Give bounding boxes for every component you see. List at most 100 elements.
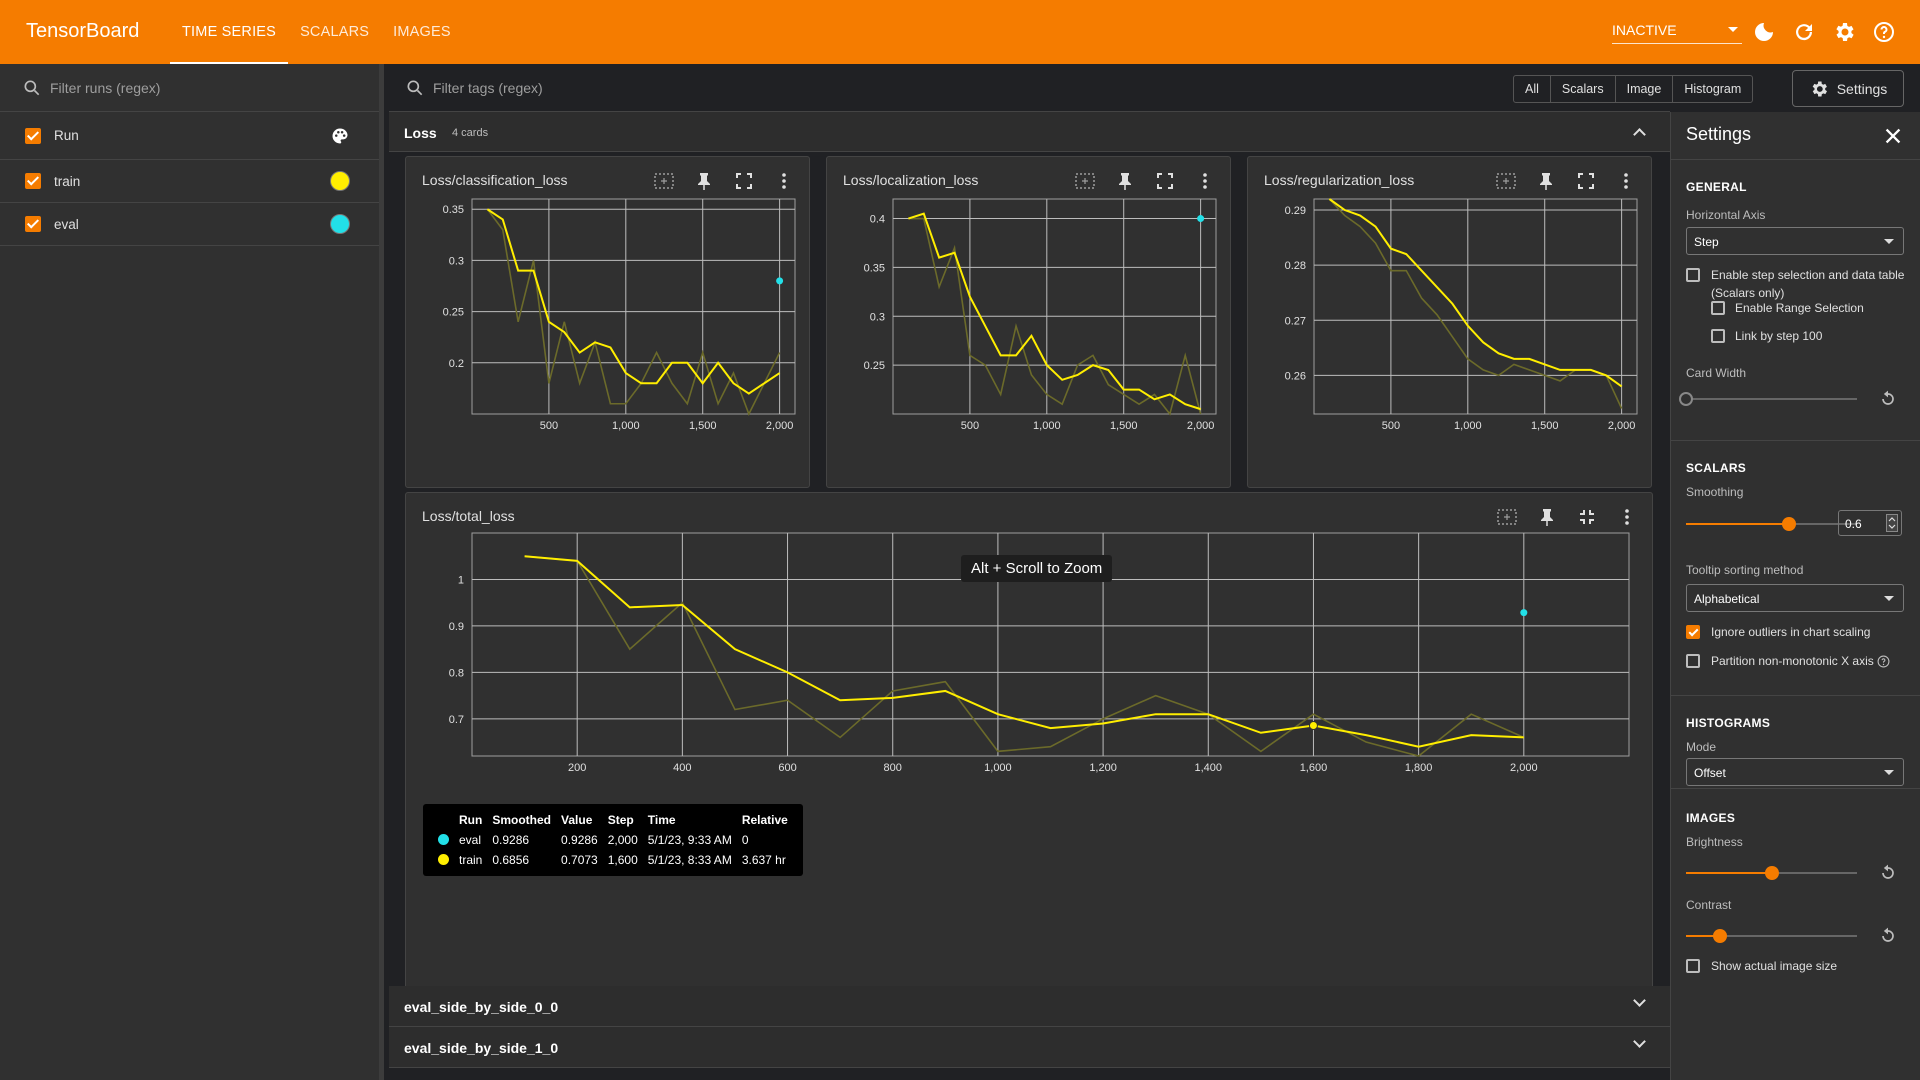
chevron-down-icon [1884,596,1894,601]
slider-thumb[interactable] [1781,517,1796,531]
tooltip-value: 0.9286 [561,833,598,847]
plot-frame [892,198,1217,415]
x-tick-label: 1,200 [1089,762,1117,774]
gear-icon[interactable] [1832,20,1856,44]
smoothing-label: Smoothing [1686,485,1744,499]
plugin-status-select[interactable]: INACTIVE [1612,18,1742,44]
dark-mode-icon[interactable] [1752,20,1776,44]
refresh-icon[interactable] [1792,20,1816,44]
group-header-eval-side-by-side-0[interactable]: eval_side_by_side_0_0 [389,986,1670,1027]
y-tick-label: 0.4 [870,214,885,226]
help-icon[interactable] [1872,20,1896,44]
smoothing-slider[interactable] [1686,517,1857,531]
ignore-outliers-label: Ignore outliers in chart scaling [1711,625,1871,639]
chevron-down-icon[interactable] [1633,994,1646,1007]
plugin-type-filter: All Scalars Image Histogram [1513,75,1754,103]
filter-histogram-button[interactable]: Histogram [1673,76,1752,102]
tooltip-step: 1,600 [607,853,638,867]
filter-scalars-button[interactable]: Scalars [1551,76,1616,102]
tag-filter-input[interactable]: Filter tags (regex) [433,80,543,96]
tooltip-smoothed: 0.9286 [492,833,530,847]
horizontal-axis-select[interactable]: Step [1686,227,1904,255]
tooltip-value: 0.7073 [561,853,598,867]
tooltip-header: Value [561,813,593,827]
actual-size-checkbox[interactable] [1686,959,1700,973]
x-tick-label: 1,600 [1300,762,1328,774]
partition-checkbox[interactable] [1686,654,1700,668]
partition-label: Partition non-monotonic X axis [1711,654,1874,668]
x-tick-label: 2,000 [1608,420,1636,432]
slider-thumb[interactable] [1764,866,1779,880]
tooltip-run: eval [459,833,482,847]
tooltip-sort-value: Alphabetical [1694,592,1760,606]
reset-icon[interactable] [1878,863,1898,883]
group-card-count: 4 cards [452,127,489,139]
x-tick-label: 1,500 [1531,420,1559,432]
chevron-down-icon [1884,770,1894,775]
close-icon[interactable] [1882,125,1904,147]
contrast-slider[interactable] [1686,929,1857,943]
run-row-train[interactable]: train [0,160,379,203]
tooltip-sort-select[interactable]: Alphabetical [1686,584,1904,612]
run-checkbox-train[interactable] [25,173,41,189]
help-icon[interactable] [1877,655,1890,668]
run-checkbox-eval[interactable] [25,216,41,232]
tab-scalars[interactable]: SCALARS [288,0,381,64]
brightness-slider[interactable] [1686,866,1857,880]
y-tick-label: 0.8 [449,667,464,679]
brightness-label: Brightness [1686,835,1743,849]
tooltip-header: Step [607,813,634,827]
step-selection-label: Enable step selection and data table [1711,268,1905,282]
chevron-down-icon[interactable] [1633,1035,1646,1048]
tooltip-relative: 0 [741,833,749,847]
x-tick-label: 1,800 [1405,762,1433,774]
series-point-eval [776,277,784,285]
scalar-card: Loss/regularization_loss 500 1,000 1,500 2,… [1247,156,1652,488]
slider-thumb[interactable] [1679,392,1693,406]
run-name: eval [54,216,79,232]
select-all-runs-checkbox[interactable] [25,127,41,144]
run-color-swatch-train[interactable] [330,171,350,191]
group-title: Loss [404,125,437,141]
palette-icon[interactable] [330,126,350,146]
reset-icon[interactable] [1878,389,1898,409]
ignore-outliers-checkbox[interactable] [1686,625,1700,639]
dashboard-tabs: TIME SERIES SCALARS IMAGES [170,0,463,64]
tooltip-step: 2,000 [607,833,638,847]
step-selection-checkbox[interactable] [1686,268,1700,282]
y-tick-label: 0.25 [864,360,885,372]
y-tick-label: 0.7 [449,714,464,726]
tooltip-smoothed: 0.6856 [492,853,530,867]
group-header-loss[interactable]: Loss 4 cards [389,112,1670,152]
plot-frame [471,198,796,415]
line-chart[interactable]: 500 1,000 1,500 2,000 0.26 0.27 0.28 0.29 [1248,157,1653,489]
x-tick-label: 500 [540,420,558,432]
smoothing-input[interactable]: 0.6 [1838,510,1902,536]
series-smoothed-line-train [908,212,1201,411]
line-chart[interactable]: 500 1,000 1,500 2,000 0.2 0.25 0.3 0.35 [406,157,811,489]
app-brand[interactable]: TensorBoard [26,20,139,43]
filter-all-button[interactable]: All [1514,76,1551,102]
chevron-up-icon[interactable] [1633,128,1646,141]
runs-filter[interactable]: Filter runs (regex) [0,64,379,112]
range-selection-checkbox[interactable] [1711,301,1725,315]
y-tick-label: 0.2 [449,358,464,370]
filter-image-button[interactable]: Image [1616,76,1674,102]
line-chart[interactable]: 500 1,000 1,500 2,000 0.25 0.3 0.35 0.4 [827,157,1232,489]
link-by-step-checkbox[interactable] [1711,329,1725,343]
reset-icon[interactable] [1878,926,1898,946]
run-row-eval[interactable]: eval [0,203,379,246]
histogram-mode-select[interactable]: Offset [1686,758,1904,786]
run-color-swatch-eval[interactable] [330,214,350,234]
group-title: eval_side_by_side_1_0 [404,1040,559,1056]
group-header-eval-side-by-side-1[interactable]: eval_side_by_side_1_0 [389,1027,1670,1068]
settings-images: IMAGES Brightness Contrast Show actual i… [1671,789,1920,977]
slider-thumb[interactable] [1713,929,1728,943]
x-tick-label: 1,000 [1454,420,1482,432]
stepper-icon[interactable] [1886,514,1898,532]
tab-time-series[interactable]: TIME SERIES [170,0,289,64]
card-width-slider[interactable] [1679,392,1857,406]
settings-toggle-button[interactable]: Settings [1792,70,1904,107]
tab-images[interactable]: IMAGES [381,0,463,64]
tooltip-row: eval 0.9286 0.9286 2,000 5/1/23, 9:33 AM… [433,830,793,850]
